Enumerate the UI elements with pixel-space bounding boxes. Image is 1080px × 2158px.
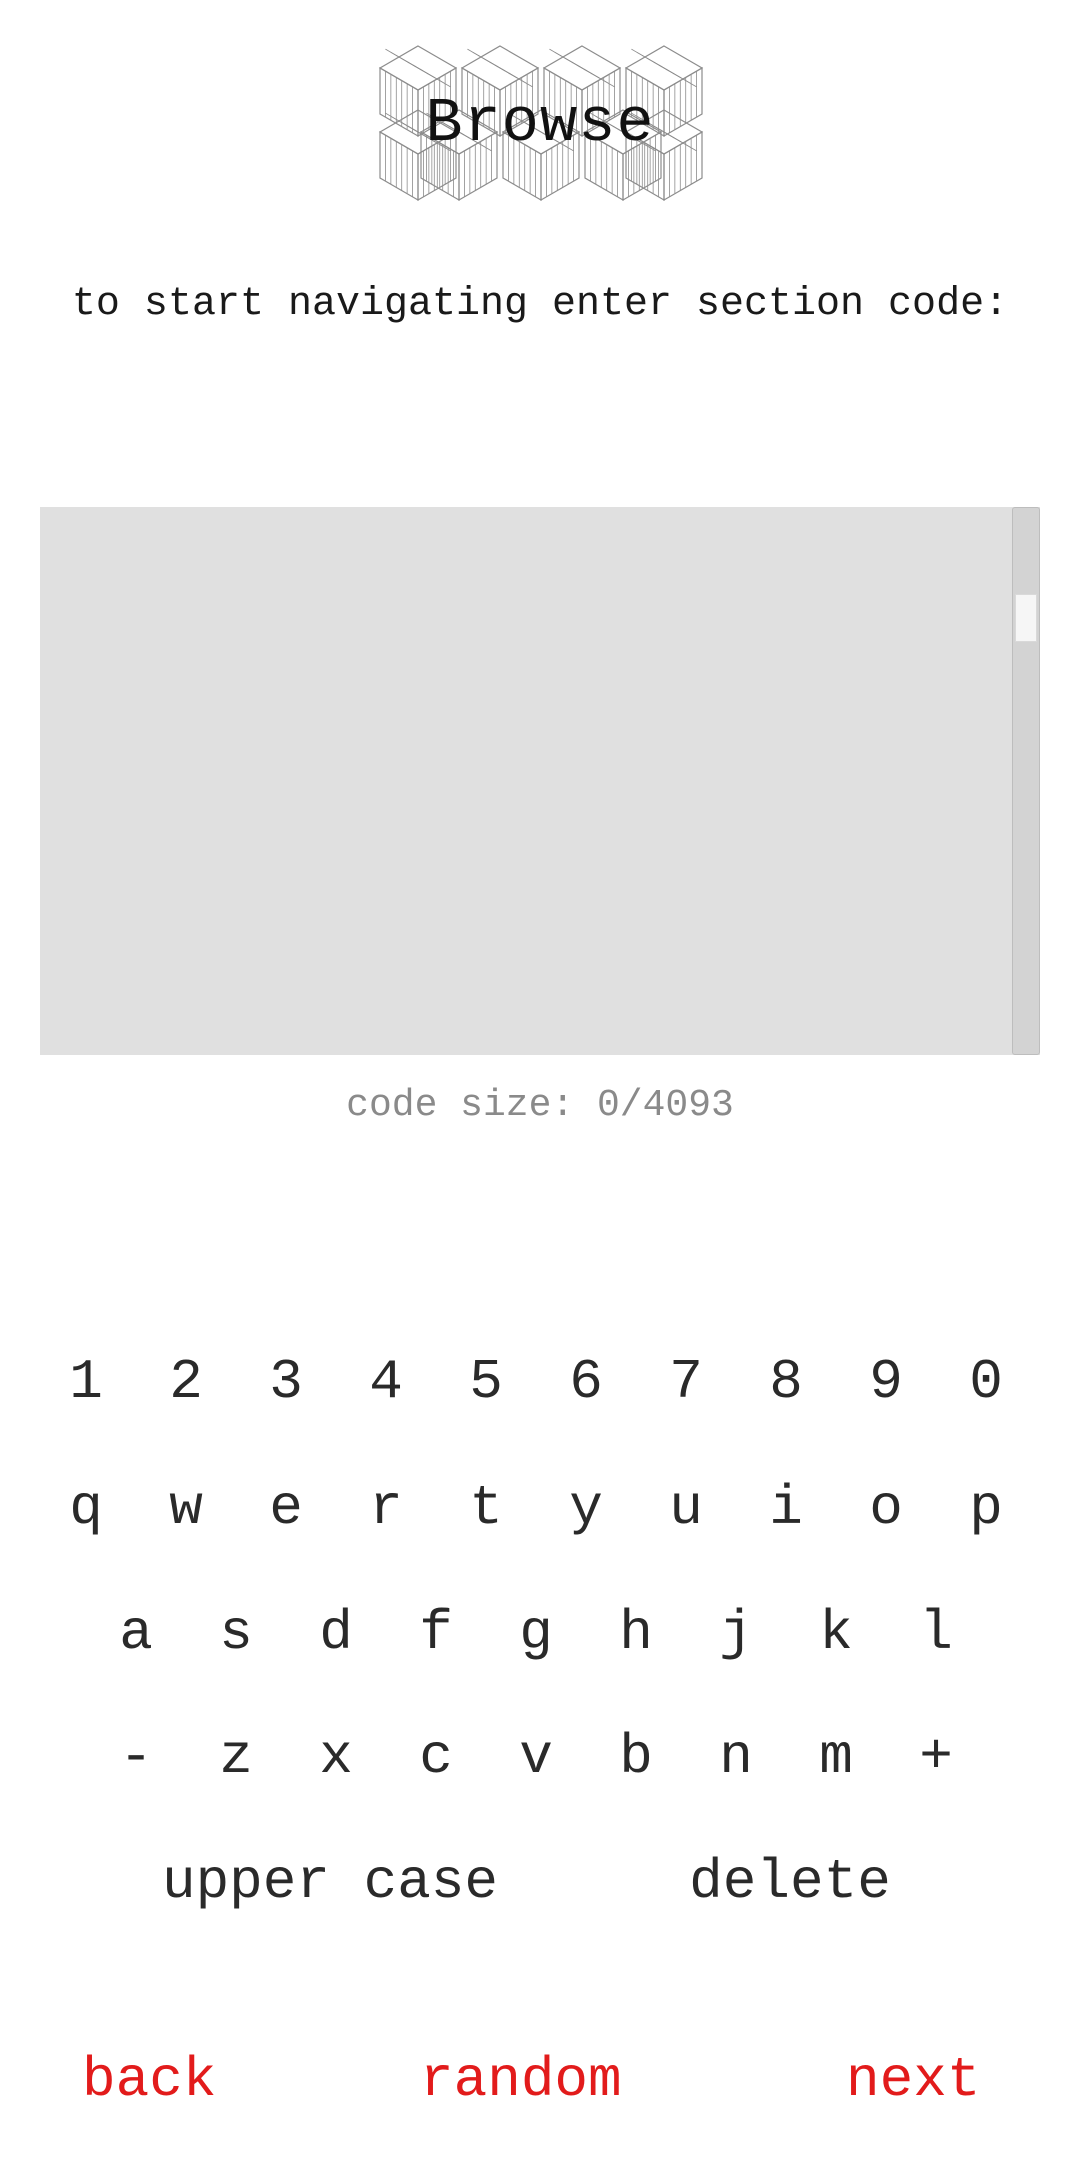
key-4[interactable]: 4	[346, 1342, 426, 1422]
key-y[interactable]: y	[546, 1468, 626, 1548]
key-i[interactable]: i	[746, 1468, 826, 1548]
key-plus[interactable]: +	[896, 1717, 976, 1797]
key-p[interactable]: p	[946, 1468, 1026, 1548]
next-button[interactable]: next	[846, 2040, 980, 2120]
instructions-text: to start navigating enter section code:	[71, 282, 1009, 327]
key-u[interactable]: u	[646, 1468, 726, 1548]
key-3[interactable]: 3	[246, 1342, 326, 1422]
key-d[interactable]: d	[296, 1593, 376, 1673]
key-j[interactable]: j	[696, 1593, 776, 1673]
key-s[interactable]: s	[196, 1593, 276, 1673]
key-v[interactable]: v	[496, 1717, 576, 1797]
key-c[interactable]: c	[396, 1717, 476, 1797]
key-l[interactable]: l	[896, 1593, 976, 1673]
key-a[interactable]: a	[96, 1593, 176, 1673]
key-h[interactable]: h	[596, 1593, 676, 1673]
key-6[interactable]: 6	[546, 1342, 626, 1422]
key-n[interactable]: n	[696, 1717, 776, 1797]
key-z[interactable]: z	[196, 1717, 276, 1797]
header-logo: Browse	[366, 40, 714, 220]
scrollbar-thumb[interactable]	[1015, 594, 1037, 642]
key-o[interactable]: o	[846, 1468, 926, 1548]
key-r[interactable]: r	[346, 1468, 426, 1548]
key-e[interactable]: e	[246, 1468, 326, 1548]
back-button[interactable]: back	[82, 2040, 216, 2120]
key-f[interactable]: f	[396, 1593, 476, 1673]
delete-key[interactable]: delete	[640, 1842, 940, 1922]
random-button[interactable]: random	[420, 2040, 622, 2120]
key-1[interactable]: 1	[46, 1342, 126, 1422]
key-b[interactable]: b	[596, 1717, 676, 1797]
key-2[interactable]: 2	[146, 1342, 226, 1422]
key-5[interactable]: 5	[446, 1342, 526, 1422]
page-title: Browse	[425, 88, 655, 159]
key-w[interactable]: w	[146, 1468, 226, 1548]
key-minus[interactable]: -	[96, 1717, 176, 1797]
key-q[interactable]: q	[46, 1468, 126, 1548]
key-t[interactable]: t	[446, 1468, 526, 1548]
key-x[interactable]: x	[296, 1717, 376, 1797]
scrollbar[interactable]	[1012, 507, 1040, 1055]
section-code-input[interactable]	[40, 507, 1010, 1055]
key-9[interactable]: 9	[846, 1342, 926, 1422]
upper-case-key[interactable]: upper case	[140, 1842, 520, 1922]
key-k[interactable]: k	[796, 1593, 876, 1673]
key-0[interactable]: 0	[946, 1342, 1026, 1422]
key-8[interactable]: 8	[746, 1342, 826, 1422]
key-g[interactable]: g	[496, 1593, 576, 1673]
key-7[interactable]: 7	[646, 1342, 726, 1422]
code-input-area	[40, 507, 1040, 1055]
code-size-label: code size: 0/4093	[346, 1084, 734, 1127]
key-m[interactable]: m	[796, 1717, 876, 1797]
